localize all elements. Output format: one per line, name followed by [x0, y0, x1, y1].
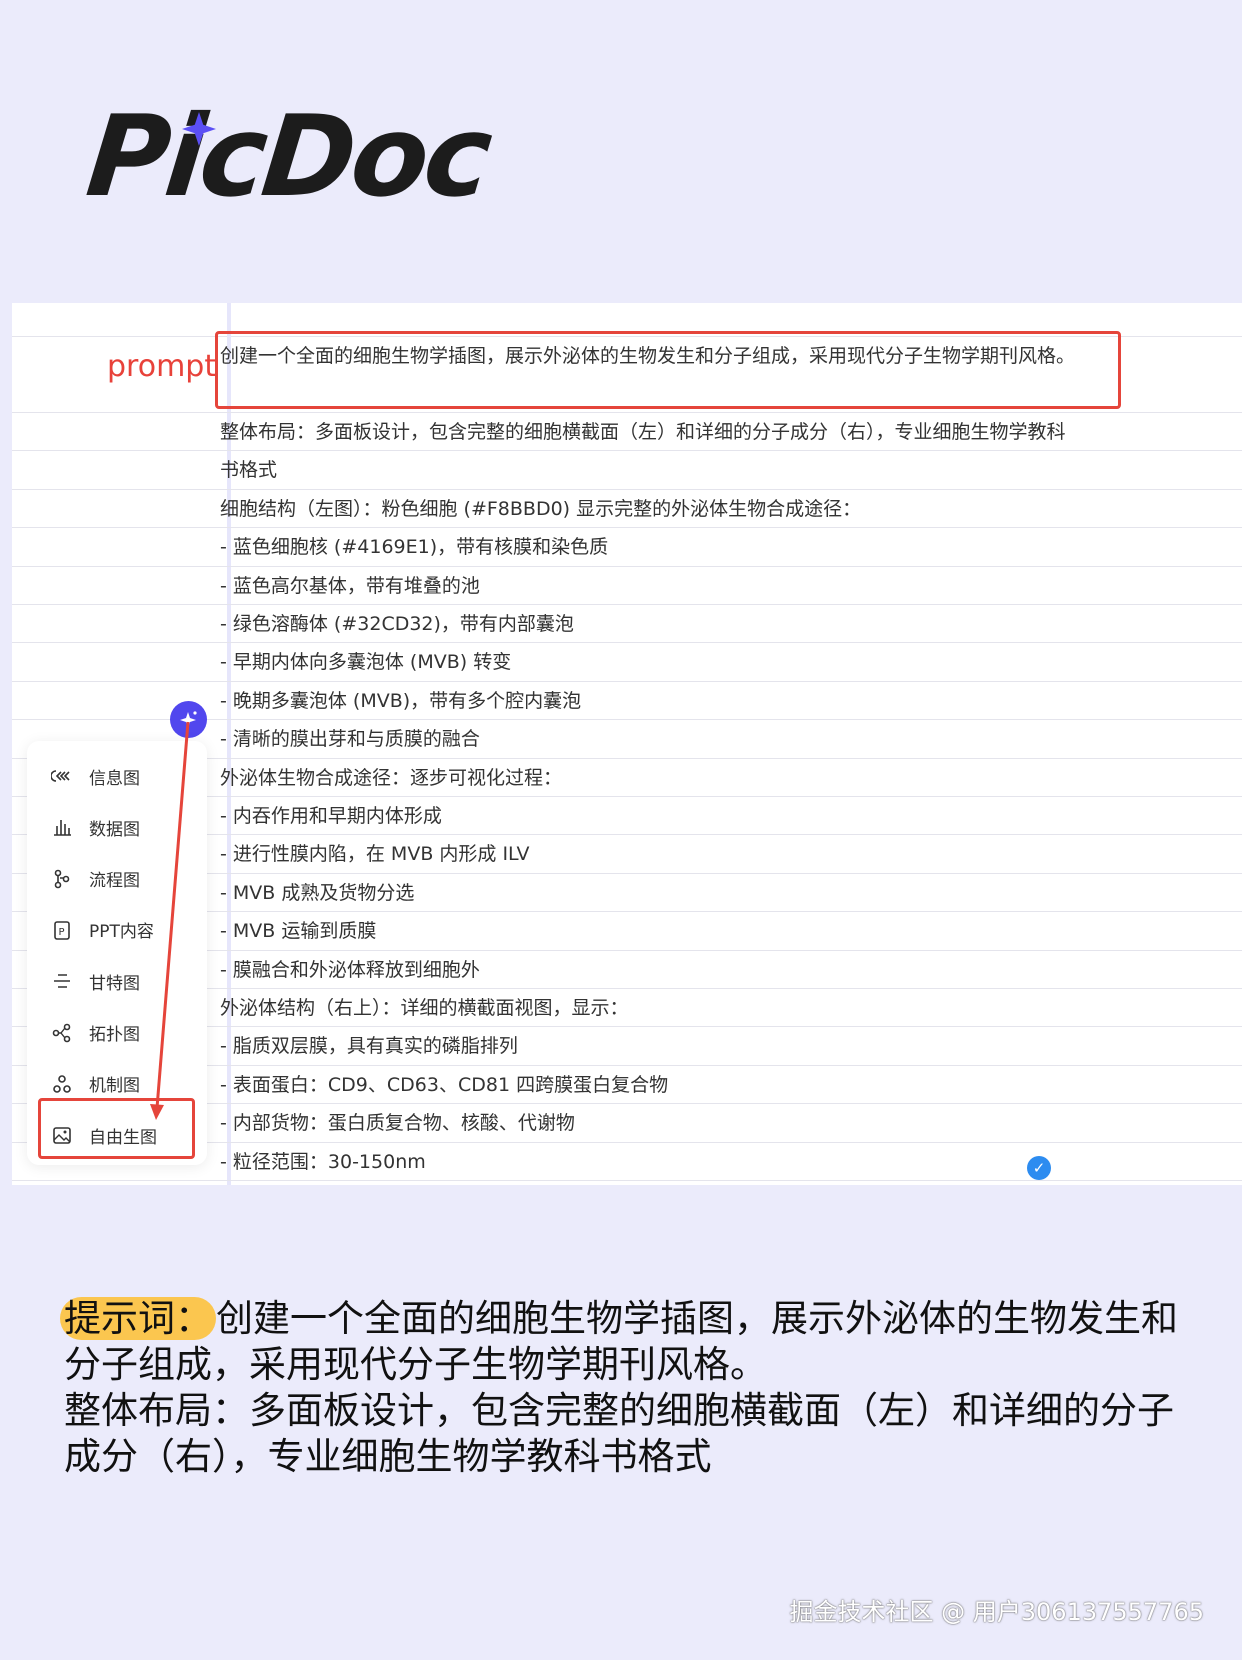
caption: 提示词： 创建一个全面的细胞生物学插图，展示外泌体的生物发生和分子组成，采用现代分…: [60, 1296, 1194, 1480]
check-icon: ✓: [1027, 1156, 1051, 1180]
watermark: 掘金技术社区 @ 用户306137557765: [789, 1598, 1205, 1626]
caption-text: 创建一个全面的细胞生物学插图，展示外泌体的生物发生和分子组成，采用现代分子生物学…: [64, 1297, 1178, 1386]
caption-text-2: 整体布局：多面板设计，包含完整的细胞横截面（左）和详细的分子成分（右），专业细胞…: [64, 1389, 1174, 1478]
caption-label: 提示词：: [60, 1297, 216, 1340]
